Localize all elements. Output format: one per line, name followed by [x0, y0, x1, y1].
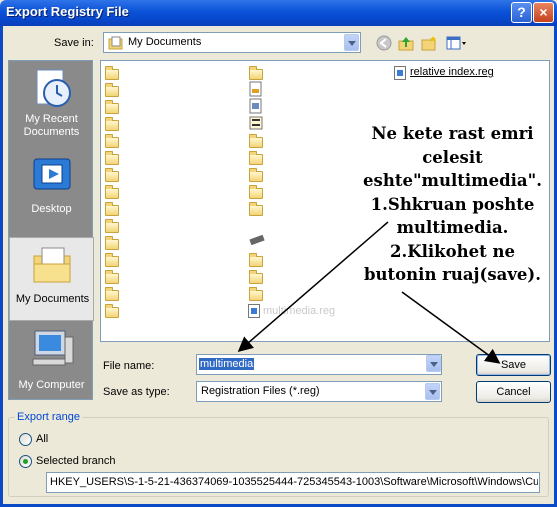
folder-icon[interactable] — [249, 202, 263, 216]
save-in-label: Save in: — [54, 37, 94, 49]
file-name-relative-index[interactable]: relative index.reg — [410, 66, 494, 78]
places-bar: My Recent Documents Desktop My Documents… — [8, 60, 94, 400]
export-range-group: Export range All Selected branch HKEY_US… — [8, 411, 549, 497]
place-my-documents[interactable]: My Documents — [9, 237, 94, 321]
annotation-line: multimedia. — [396, 218, 509, 237]
file-name-value: multimedia — [199, 358, 255, 370]
folder-icon[interactable] — [249, 151, 263, 165]
document-icon[interactable] — [249, 98, 263, 114]
annotation-line: Ne kete rast emri — [371, 124, 534, 143]
selected-branch-label: Selected branch — [36, 455, 116, 467]
my-computer-icon — [32, 330, 74, 366]
place-my-computer[interactable]: My Computer — [9, 323, 94, 407]
view-menu-icon[interactable] — [446, 35, 468, 51]
folder-icon[interactable] — [105, 134, 119, 148]
ghost-file-name[interactable]: multimedia.reg — [263, 305, 335, 317]
place-label-recent: My Recent Documents — [23, 113, 80, 138]
place-label-my-documents: My Documents — [15, 293, 90, 305]
folder-icon[interactable] — [249, 134, 263, 148]
branch-path-value: HKEY_USERS\S-1-5-21-436374069-1035525444… — [50, 476, 538, 488]
desktop-icon — [33, 158, 71, 190]
save-as-type-dropdown[interactable]: Registration Files (*.reg) — [196, 381, 442, 402]
chevron-down-icon[interactable] — [426, 355, 441, 372]
annotation-line: 1.Shkruan poshte — [370, 194, 535, 214]
chevron-down-icon[interactable] — [344, 34, 359, 51]
title-bar: Export Registry File ? × — [0, 0, 557, 26]
annotation-line: butonin ruaj(save). — [364, 265, 541, 284]
chevron-down-icon[interactable] — [425, 383, 440, 400]
folder-icon[interactable] — [249, 287, 263, 301]
file-name-label: File name: — [103, 360, 155, 372]
folder-icon[interactable] — [105, 202, 119, 216]
save-as-type-value: Registration Files (*.reg) — [201, 385, 320, 397]
folder-icon[interactable] — [105, 185, 119, 199]
annotation-text: Ne kete rast emri celesit eshte"multimed… — [355, 122, 550, 287]
branch-path-input[interactable]: HKEY_USERS\S-1-5-21-436374069-1035525444… — [46, 472, 540, 493]
folder-icon[interactable] — [105, 304, 119, 318]
export-range-title: Export range — [15, 411, 82, 423]
close-button[interactable]: × — [533, 2, 554, 23]
folder-icon[interactable] — [105, 66, 119, 80]
folder-icon[interactable] — [249, 185, 263, 199]
registry-file-icon[interactable] — [248, 304, 260, 318]
annotation-line: celesit — [422, 147, 483, 167]
folder-icon[interactable] — [105, 117, 119, 131]
folder-icon[interactable] — [249, 253, 263, 267]
file-name-input[interactable]: multimedia — [196, 354, 442, 375]
save-in-dropdown[interactable]: My Documents — [103, 32, 361, 53]
document-icon[interactable] — [249, 81, 263, 97]
annotation-line: eshte"multimedia". — [363, 171, 542, 190]
place-desktop[interactable]: Desktop — [9, 149, 94, 233]
annotation-line: 2.Klikohet ne — [390, 241, 515, 261]
save-as-type-label: Save as type: — [103, 386, 170, 398]
my-documents-icon — [33, 247, 71, 283]
registry-file-icon[interactable] — [394, 66, 406, 80]
window-title: Export Registry File — [6, 4, 129, 19]
folder-icon[interactable] — [105, 236, 119, 250]
folder-icon[interactable] — [105, 219, 119, 233]
file-name-dropdown[interactable] — [424, 354, 442, 375]
place-label-my-computer: My Computer — [18, 379, 85, 391]
media-file-icon[interactable] — [249, 115, 263, 131]
selected-branch-radio[interactable] — [19, 455, 32, 468]
folder-icon[interactable] — [249, 66, 263, 80]
folder-icon[interactable] — [105, 253, 119, 267]
my-documents-small-icon — [108, 36, 123, 50]
chip-icon[interactable] — [249, 235, 265, 245]
folder-icon[interactable] — [105, 270, 119, 284]
help-button[interactable]: ? — [511, 2, 532, 23]
up-folder-icon[interactable] — [398, 35, 414, 51]
new-folder-icon[interactable] — [421, 35, 437, 51]
place-recent-documents[interactable]: My Recent Documents — [9, 63, 94, 147]
folder-icon[interactable] — [249, 270, 263, 284]
cancel-button[interactable]: Cancel — [476, 381, 551, 403]
all-radio-label: All — [36, 433, 49, 445]
place-label-desktop: Desktop — [31, 203, 72, 215]
folder-icon[interactable] — [105, 168, 119, 182]
back-icon[interactable] — [376, 35, 392, 51]
recent-documents-icon — [36, 69, 71, 107]
all-radio[interactable] — [19, 433, 32, 446]
folder-icon[interactable] — [105, 287, 119, 301]
save-button[interactable]: Save — [476, 354, 551, 376]
folder-icon[interactable] — [105, 83, 119, 97]
folder-icon[interactable] — [249, 168, 263, 182]
folder-icon[interactable] — [105, 100, 119, 114]
save-in-value: My Documents — [128, 36, 202, 48]
folder-icon[interactable] — [105, 151, 119, 165]
